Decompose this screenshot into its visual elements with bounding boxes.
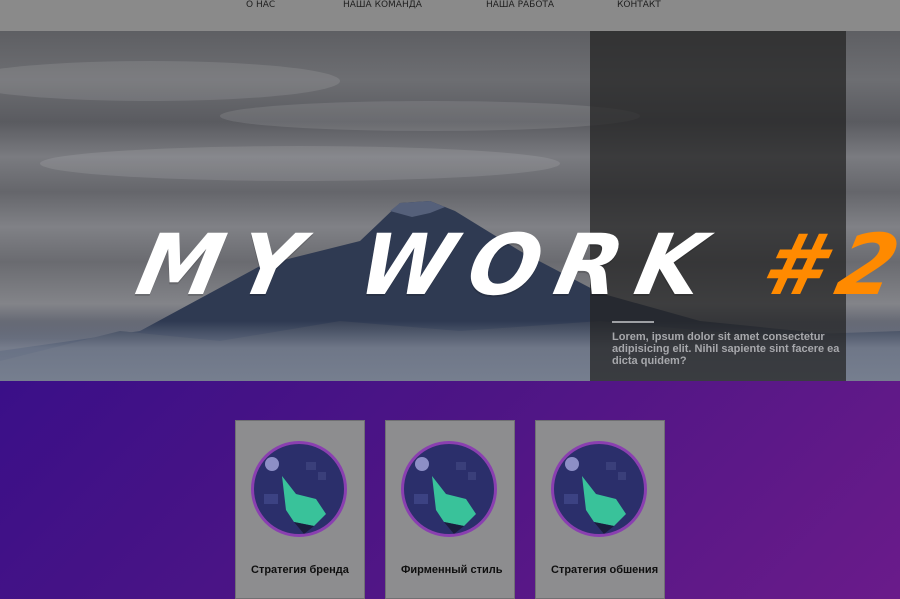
title-number: #2 [753, 216, 900, 314]
hand-touch-icon [564, 457, 626, 534]
card-title: Фирменный стиль [401, 564, 503, 576]
nav-link-team[interactable]: НАША КОМАНДА [343, 0, 422, 10]
top-nav: О НАС НАША КОМАНДА НАША РАБОТА КОНТАКТ [0, 0, 900, 31]
service-card[interactable]: Стратегия обшения [535, 420, 665, 599]
hero-title: MY WORK #2 [120, 216, 900, 356]
card-illustration [251, 441, 347, 537]
card-title: Стратегия бренда [251, 564, 349, 576]
card-illustration [551, 441, 647, 537]
card-illustration [401, 441, 497, 537]
nav-link-about[interactable]: О НАС [246, 0, 275, 10]
nav-link-contact[interactable]: КОНТАКТ [617, 0, 661, 10]
hand-touch-icon [264, 457, 326, 534]
title-main: MY WORK [128, 216, 730, 314]
service-card[interactable]: Стратегия бренда [235, 420, 365, 599]
hand-touch-icon [414, 457, 476, 534]
service-card[interactable]: Фирменный стиль [385, 420, 515, 599]
nav-link-work[interactable]: НАША РАБОТА [486, 0, 554, 10]
card-title: Стратегия обшения [551, 564, 659, 576]
